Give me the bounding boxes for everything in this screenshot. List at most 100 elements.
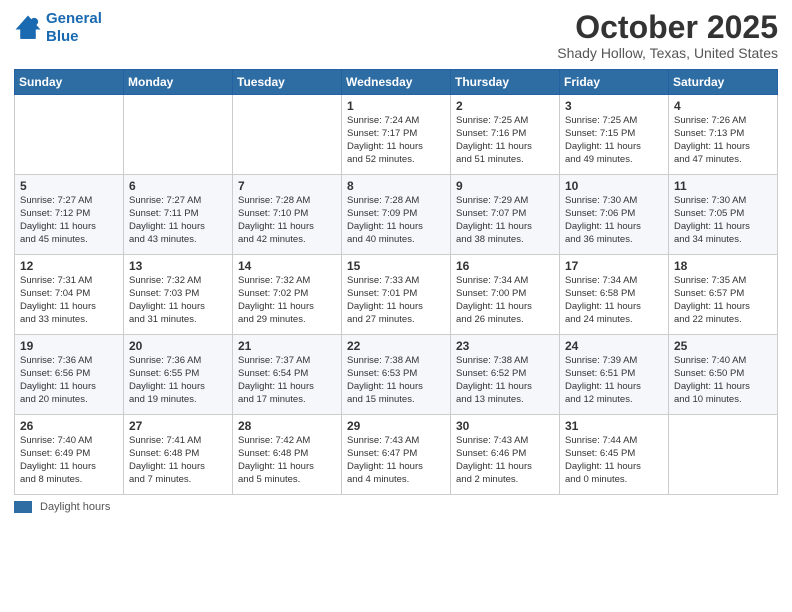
calendar-week-row: 26 Sunrise: 7:40 AM Sunset: 6:49 PM Dayli… — [15, 415, 778, 495]
day-info: Sunrise: 7:40 AM Sunset: 6:49 PM Dayligh… — [20, 435, 118, 486]
calendar-day-cell: 25 Sunrise: 7:40 AM Sunset: 6:50 PM Dayli… — [669, 335, 778, 415]
calendar-footer: Daylight hours — [14, 501, 778, 513]
calendar-day-cell: 6 Sunrise: 7:27 AM Sunset: 7:11 PM Daylig… — [124, 175, 233, 255]
day-number: 17 — [565, 259, 663, 273]
day-number: 25 — [674, 339, 772, 353]
calendar-week-row: 19Sunrise: 7:36 AM Sunset: 6:56 PM Dayli… — [15, 335, 778, 415]
logo: General Blue — [14, 10, 102, 46]
calendar-day-cell: 7Sunrise: 7:28 AM Sunset: 7:10 PM Daylig… — [233, 175, 342, 255]
day-info: Sunrise: 7:27 AM Sunset: 7:11 PM Dayligh… — [129, 195, 227, 246]
calendar-day-cell: 10Sunrise: 7:30 AM Sunset: 7:06 PM Dayli… — [560, 175, 669, 255]
weekday-header: Thursday — [451, 70, 560, 95]
day-number: 2 — [456, 99, 554, 113]
calendar-table: SundayMondayTuesdayWednesdayThursdayFrid… — [14, 69, 778, 495]
day-number: 6 — [129, 179, 227, 193]
calendar-day-cell: 16 Sunrise: 7:34 AM Sunset: 7:00 PM Dayli… — [451, 255, 560, 335]
day-number: 5 — [20, 179, 118, 193]
calendar-day-cell: 15 Sunrise: 7:33 AM Sunset: 7:01 PM Dayli… — [342, 255, 451, 335]
day-number: 7 — [238, 179, 336, 193]
day-number: 18 — [674, 259, 772, 273]
day-info: Sunrise: 7:30 AM Sunset: 7:06 PM Dayligh… — [565, 195, 663, 246]
day-info: Sunrise: 7:28 AM Sunset: 7:09 PM Dayligh… — [347, 195, 445, 246]
day-number: 11 — [674, 179, 772, 193]
day-number: 8 — [347, 179, 445, 193]
calendar-day-cell: 1 Sunrise: 7:24 AM Sunset: 7:17 PM Daylig… — [342, 95, 451, 175]
day-info: Sunrise: 7:35 AM Sunset: 6:57 PM Dayligh… — [674, 275, 772, 326]
calendar-title: October 2025 — [557, 10, 778, 45]
day-number: 24 — [565, 339, 663, 353]
calendar-day-cell: 9 Sunrise: 7:29 AM Sunset: 7:07 PM Daylig… — [451, 175, 560, 255]
day-info: Sunrise: 7:37 AM Sunset: 6:54 PM Dayligh… — [238, 355, 336, 406]
calendar-day-cell — [15, 95, 124, 175]
calendar-day-cell: 13Sunrise: 7:32 AM Sunset: 7:03 PM Dayli… — [124, 255, 233, 335]
calendar-day-cell: 29 Sunrise: 7:43 AM Sunset: 6:47 PM Dayli… — [342, 415, 451, 495]
calendar-day-cell: 19Sunrise: 7:36 AM Sunset: 6:56 PM Dayli… — [15, 335, 124, 415]
calendar-day-cell: 4 Sunrise: 7:26 AM Sunset: 7:13 PM Daylig… — [669, 95, 778, 175]
header: General Blue October 2025 Shady Hollow, … — [14, 10, 778, 61]
calendar-day-cell: 14 Sunrise: 7:32 AM Sunset: 7:02 PM Dayli… — [233, 255, 342, 335]
calendar-day-cell: 8 Sunrise: 7:28 AM Sunset: 7:09 PM Daylig… — [342, 175, 451, 255]
calendar-day-cell: 24Sunrise: 7:39 AM Sunset: 6:51 PM Dayli… — [560, 335, 669, 415]
calendar-day-cell — [233, 95, 342, 175]
day-info: Sunrise: 7:24 AM Sunset: 7:17 PM Dayligh… — [347, 115, 445, 166]
day-number: 3 — [565, 99, 663, 113]
day-number: 21 — [238, 339, 336, 353]
day-number: 15 — [347, 259, 445, 273]
calendar-day-cell: 18 Sunrise: 7:35 AM Sunset: 6:57 PM Dayli… — [669, 255, 778, 335]
day-number: 1 — [347, 99, 445, 113]
day-info: Sunrise: 7:34 AM Sunset: 7:00 PM Dayligh… — [456, 275, 554, 326]
weekday-header: Friday — [560, 70, 669, 95]
day-number: 27 — [129, 419, 227, 433]
calendar-day-cell — [669, 415, 778, 495]
day-info: Sunrise: 7:33 AM Sunset: 7:01 PM Dayligh… — [347, 275, 445, 326]
day-info: Sunrise: 7:25 AM Sunset: 7:15 PM Dayligh… — [565, 115, 663, 166]
day-info: Sunrise: 7:38 AM Sunset: 6:52 PM Dayligh… — [456, 355, 554, 406]
logo-blue: Blue — [46, 28, 79, 45]
calendar-day-cell: 17Sunrise: 7:34 AM Sunset: 6:58 PM Dayli… — [560, 255, 669, 335]
day-number: 29 — [347, 419, 445, 433]
legend-label: Daylight hours — [40, 501, 110, 513]
day-info: Sunrise: 7:25 AM Sunset: 7:16 PM Dayligh… — [456, 115, 554, 166]
day-info: Sunrise: 7:38 AM Sunset: 6:53 PM Dayligh… — [347, 355, 445, 406]
weekday-header: Tuesday — [233, 70, 342, 95]
calendar-week-row: 5Sunrise: 7:27 AM Sunset: 7:12 PM Daylig… — [15, 175, 778, 255]
day-info: Sunrise: 7:26 AM Sunset: 7:13 PM Dayligh… — [674, 115, 772, 166]
day-number: 13 — [129, 259, 227, 273]
calendar-week-row: 12 Sunrise: 7:31 AM Sunset: 7:04 PM Dayli… — [15, 255, 778, 335]
day-info: Sunrise: 7:29 AM Sunset: 7:07 PM Dayligh… — [456, 195, 554, 246]
day-number: 30 — [456, 419, 554, 433]
day-info: Sunrise: 7:30 AM Sunset: 7:05 PM Dayligh… — [674, 195, 772, 246]
day-number: 26 — [20, 419, 118, 433]
day-info: Sunrise: 7:36 AM Sunset: 6:55 PM Dayligh… — [129, 355, 227, 406]
calendar-day-cell: 5Sunrise: 7:27 AM Sunset: 7:12 PM Daylig… — [15, 175, 124, 255]
day-info: Sunrise: 7:36 AM Sunset: 6:56 PM Dayligh… — [20, 355, 118, 406]
day-info: Sunrise: 7:31 AM Sunset: 7:04 PM Dayligh… — [20, 275, 118, 326]
day-number: 31 — [565, 419, 663, 433]
day-info: Sunrise: 7:32 AM Sunset: 7:02 PM Dayligh… — [238, 275, 336, 326]
day-number: 14 — [238, 259, 336, 273]
day-number: 22 — [347, 339, 445, 353]
calendar-day-cell — [124, 95, 233, 175]
calendar-day-cell: 22 Sunrise: 7:38 AM Sunset: 6:53 PM Dayli… — [342, 335, 451, 415]
logo-icon — [14, 14, 42, 42]
calendar-day-cell: 11 Sunrise: 7:30 AM Sunset: 7:05 PM Dayli… — [669, 175, 778, 255]
day-number: 28 — [238, 419, 336, 433]
day-info: Sunrise: 7:43 AM Sunset: 6:47 PM Dayligh… — [347, 435, 445, 486]
calendar-day-cell: 28 Sunrise: 7:42 AM Sunset: 6:48 PM Dayli… — [233, 415, 342, 495]
calendar-day-cell: 23Sunrise: 7:38 AM Sunset: 6:52 PM Dayli… — [451, 335, 560, 415]
day-number: 20 — [129, 339, 227, 353]
day-info: Sunrise: 7:40 AM Sunset: 6:50 PM Dayligh… — [674, 355, 772, 406]
calendar-day-cell: 27 Sunrise: 7:41 AM Sunset: 6:48 PM Dayli… — [124, 415, 233, 495]
calendar-day-cell: 3 Sunrise: 7:25 AM Sunset: 7:15 PM Daylig… — [560, 95, 669, 175]
day-number: 9 — [456, 179, 554, 193]
calendar-day-cell: 21 Sunrise: 7:37 AM Sunset: 6:54 PM Dayli… — [233, 335, 342, 415]
calendar-day-cell: 20 Sunrise: 7:36 AM Sunset: 6:55 PM Dayli… — [124, 335, 233, 415]
day-number: 16 — [456, 259, 554, 273]
calendar-week-row: 1 Sunrise: 7:24 AM Sunset: 7:17 PM Daylig… — [15, 95, 778, 175]
day-info: Sunrise: 7:41 AM Sunset: 6:48 PM Dayligh… — [129, 435, 227, 486]
calendar-day-cell: 2 Sunrise: 7:25 AM Sunset: 7:16 PM Daylig… — [451, 95, 560, 175]
day-number: 12 — [20, 259, 118, 273]
calendar-day-cell: 31Sunrise: 7:44 AM Sunset: 6:45 PM Dayli… — [560, 415, 669, 495]
day-info: Sunrise: 7:42 AM Sunset: 6:48 PM Dayligh… — [238, 435, 336, 486]
day-number: 4 — [674, 99, 772, 113]
